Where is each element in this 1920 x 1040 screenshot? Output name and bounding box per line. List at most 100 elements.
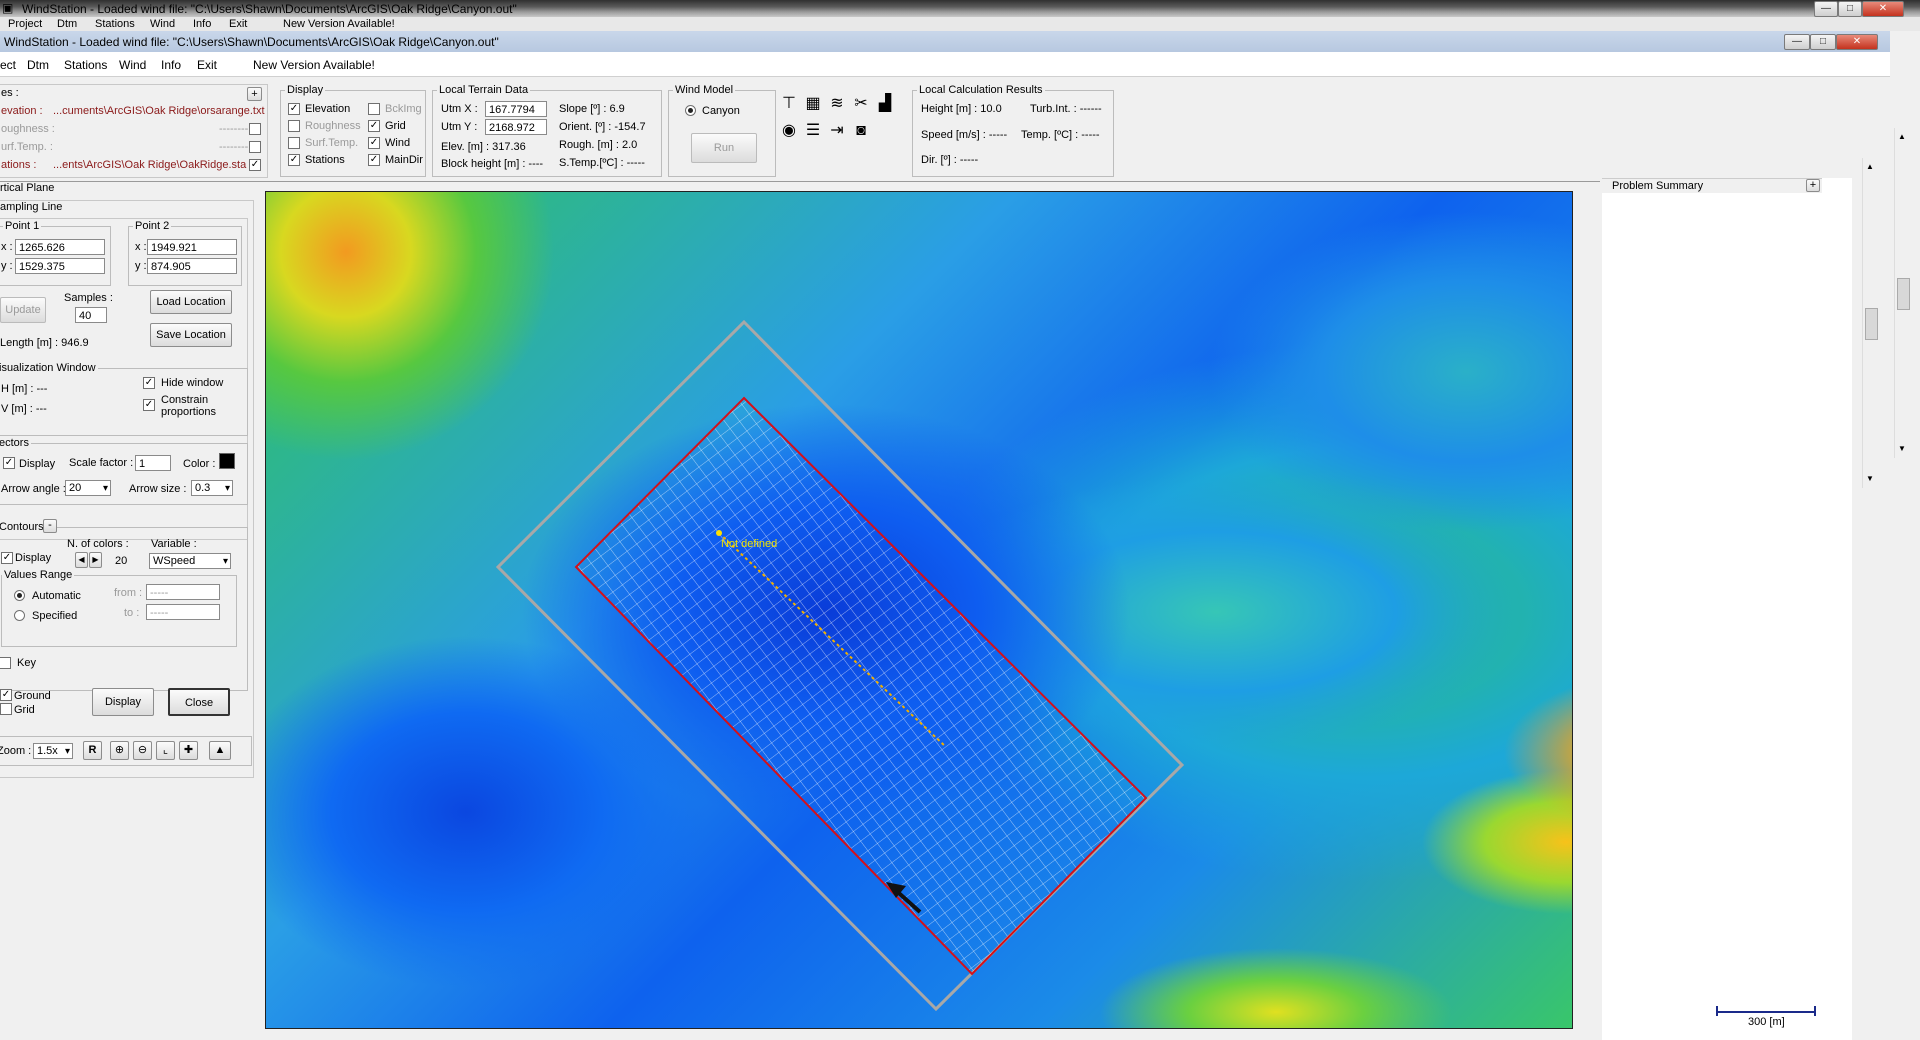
automatic-radio[interactable] xyxy=(14,590,25,601)
outer-scroll-down-icon[interactable]: ▼ xyxy=(1898,444,1906,453)
wind-profile-icon[interactable]: ≋ xyxy=(826,93,848,115)
outer-scrollbar[interactable]: ▲ ▼ xyxy=(1894,128,1911,458)
bg-menu-exit[interactable]: Exit xyxy=(229,18,247,30)
station-icon[interactable]: ⊤ xyxy=(778,93,800,115)
display-button[interactable]: Display xyxy=(92,688,154,716)
specified-radio[interactable] xyxy=(14,610,25,621)
zoom-select[interactable]: 1.5x xyxy=(33,743,73,759)
grid-icon[interactable]: ▦ xyxy=(802,93,824,115)
surftemp-checkbox[interactable] xyxy=(249,141,261,153)
bg-menu-wind[interactable]: Wind xyxy=(150,18,175,30)
bg-close-button[interactable]: ✕ xyxy=(1862,1,1904,17)
menu-wind[interactable]: Wind xyxy=(119,58,146,72)
utmx-field[interactable]: 167.7794 xyxy=(485,101,547,117)
bg-menu-stations[interactable]: Stations xyxy=(95,18,135,30)
elevation-display-checkbox[interactable]: ✓ xyxy=(288,103,300,115)
menu-project[interactable]: ect xyxy=(0,58,16,72)
vector-color-swatch[interactable] xyxy=(219,453,235,469)
wind-checkbox[interactable]: ✓ xyxy=(368,137,380,149)
eye-icon[interactable]: ◉ xyxy=(778,120,800,142)
outer-scroll-thumb[interactable] xyxy=(1897,278,1910,310)
zoom-extent-icon[interactable]: ⌞ xyxy=(156,741,175,760)
surftemp-display-checkbox[interactable] xyxy=(288,137,300,149)
bg-menu-dtm[interactable]: Dtm xyxy=(57,18,77,30)
ncolors-decrease-button[interactable]: ◀ xyxy=(75,552,88,568)
menu-dtm[interactable]: Dtm xyxy=(27,58,49,72)
stations-label: ations : xyxy=(1,159,37,171)
load-location-button[interactable]: Load Location xyxy=(150,290,232,314)
point2-x-label: x : xyxy=(135,241,147,253)
save-location-button[interactable]: Save Location xyxy=(150,323,232,347)
profile-icon[interactable]: ▲ xyxy=(209,741,231,760)
menu-stations[interactable]: Stations xyxy=(64,58,107,72)
zoom-in-icon[interactable]: ⊕ xyxy=(110,741,129,760)
close-button[interactable]: ✕ xyxy=(1836,34,1878,50)
menu-info[interactable]: Info xyxy=(161,58,181,72)
samples-field[interactable]: 40 xyxy=(75,307,107,323)
menu-exit[interactable]: Exit xyxy=(197,58,217,72)
bg-minimize-button[interactable]: — xyxy=(1814,1,1838,17)
scale-factor-field[interactable]: 1 xyxy=(135,455,171,471)
problem-summary-expand-button[interactable]: + xyxy=(1806,179,1820,192)
ncolors-increase-button[interactable]: ▶ xyxy=(89,552,102,568)
grid-plane-checkbox[interactable] xyxy=(0,703,12,715)
bg-menu-project[interactable]: Project xyxy=(8,18,42,30)
maindir-checkbox[interactable]: ✓ xyxy=(368,154,380,166)
bg-menu-new-version[interactable]: New Version Available! xyxy=(283,18,395,30)
stations-checkbox[interactable]: ✓ xyxy=(249,159,261,171)
to-field[interactable]: ----- xyxy=(146,604,220,620)
stations-display-label: Stations xyxy=(305,154,345,166)
vertical-plane-panel: rtical Plane ampling Line Point 1 x : 12… xyxy=(0,182,258,778)
summary-scrollbar[interactable]: ▲ ▼ xyxy=(1862,158,1879,488)
bg-menu-info[interactable]: Info xyxy=(193,18,211,30)
contours-collapse-button[interactable]: - xyxy=(43,519,57,533)
point1-y-field[interactable]: 1529.375 xyxy=(15,258,105,274)
outer-scroll-up-icon[interactable]: ▲ xyxy=(1898,132,1906,141)
maximize-button[interactable]: □ xyxy=(1810,34,1836,50)
roughness-display-checkbox[interactable] xyxy=(288,120,300,132)
length-value: Length [m] : 946.9 xyxy=(0,337,89,349)
bckimg-checkbox[interactable] xyxy=(368,103,380,115)
utmy-field[interactable]: 2168.972 xyxy=(485,119,547,135)
zoom-reset-button[interactable]: R xyxy=(83,741,102,760)
arrow-angle-select[interactable]: 20 xyxy=(65,480,111,496)
point2-x-field[interactable]: 1949.921 xyxy=(147,239,237,255)
grid-plane-label: Grid xyxy=(14,704,35,716)
pan-icon[interactable]: ✚ xyxy=(179,741,198,760)
export-icon[interactable]: ⇥ xyxy=(826,120,848,142)
camera-icon[interactable]: ◙ xyxy=(850,120,872,142)
scroll-thumb[interactable] xyxy=(1865,308,1878,340)
update-button[interactable]: Update xyxy=(0,297,46,323)
vectors-display-checkbox[interactable]: ✓ xyxy=(3,457,15,469)
bg-maximize-button[interactable]: □ xyxy=(1838,1,1862,17)
canyon-radio[interactable] xyxy=(685,105,696,116)
variable-select[interactable]: WSpeed xyxy=(149,553,231,569)
contours-display-checkbox[interactable]: ✓ xyxy=(1,552,13,564)
roughness-checkbox[interactable] xyxy=(249,123,261,135)
scroll-down-icon[interactable]: ▼ xyxy=(1866,474,1874,483)
files-add-button[interactable]: + xyxy=(247,87,262,101)
zoom-out-icon[interactable]: ⊖ xyxy=(133,741,152,760)
menu-new-version[interactable]: New Version Available! xyxy=(253,58,375,72)
layers-icon[interactable]: ☰ xyxy=(802,120,824,142)
run-button[interactable]: Run xyxy=(691,133,757,163)
tools-icon[interactable]: ✂ xyxy=(850,93,872,115)
hide-window-checkbox[interactable]: ✓ xyxy=(143,377,155,389)
terrain-map[interactable]: Not defined xyxy=(265,191,1573,1029)
point2-y-field[interactable]: 874.905 xyxy=(147,258,237,274)
stations-display-checkbox[interactable]: ✓ xyxy=(288,154,300,166)
point2-group: Point 2 x : 1949.921 y : 874.905 xyxy=(128,220,242,286)
arrow-size-select[interactable]: 0.3 xyxy=(191,480,233,496)
minimize-button[interactable]: — xyxy=(1784,34,1810,50)
terrain-profile-icon[interactable]: ▟ xyxy=(874,93,896,115)
close-plane-button[interactable]: Close xyxy=(168,688,230,716)
point1-x-field[interactable]: 1265.626 xyxy=(15,239,105,255)
ground-checkbox[interactable]: ✓ xyxy=(0,689,12,701)
key-checkbox[interactable] xyxy=(0,657,11,669)
from-field[interactable]: ----- xyxy=(146,584,220,600)
scroll-up-icon[interactable]: ▲ xyxy=(1866,162,1874,171)
roughness-label: oughness : xyxy=(1,123,55,135)
grid-checkbox[interactable]: ✓ xyxy=(368,120,380,132)
constrain-proportions-checkbox[interactable]: ✓ xyxy=(143,399,155,411)
map-scale-bar-right-tick xyxy=(1814,1006,1816,1016)
